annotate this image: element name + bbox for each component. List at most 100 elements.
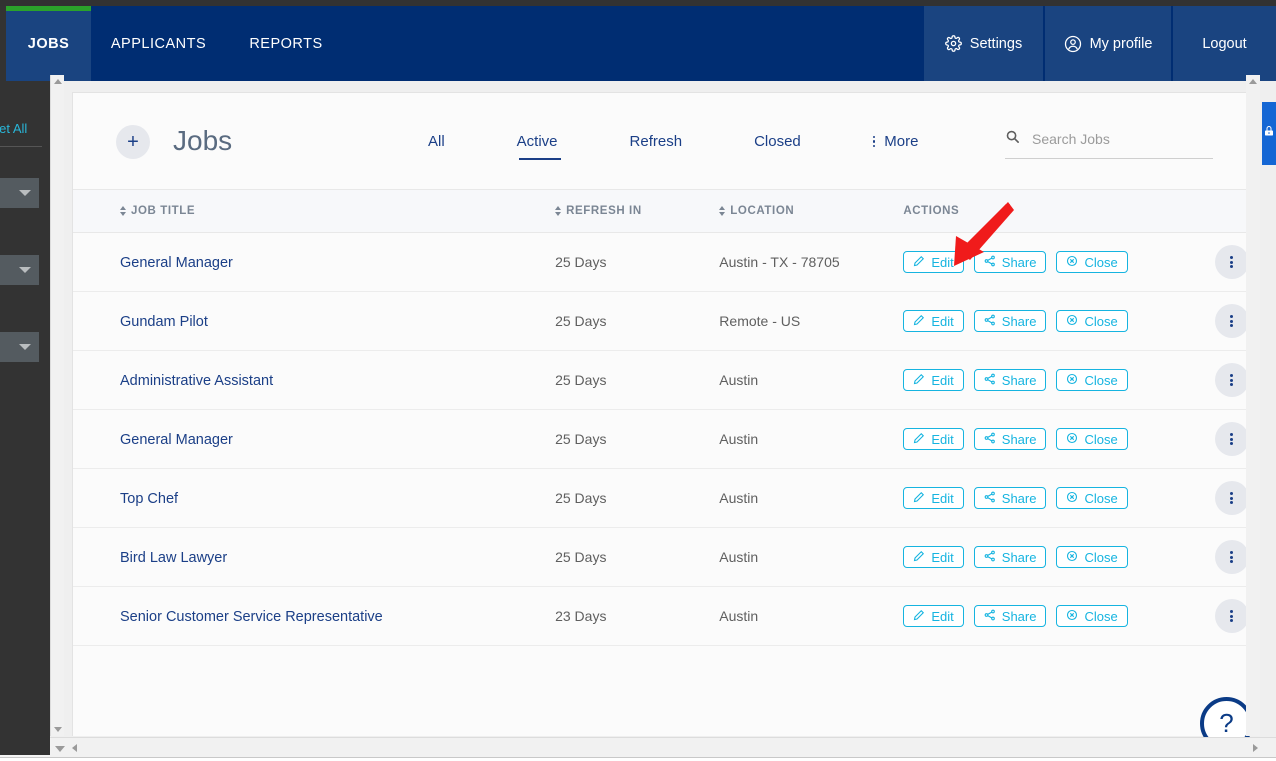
column-header-refresh-in[interactable]: REFRESH IN bbox=[555, 189, 720, 233]
edit-label: Edit bbox=[931, 549, 954, 565]
tab-more[interactable]: More bbox=[872, 133, 918, 160]
pencil-icon bbox=[913, 550, 925, 565]
edit-button[interactable]: Edit bbox=[903, 546, 964, 568]
nav-item-jobs[interactable]: JOBS bbox=[6, 6, 91, 81]
add-job-button[interactable]: + bbox=[116, 125, 150, 159]
scroll-down-icon[interactable] bbox=[54, 727, 62, 732]
edit-label: Edit bbox=[931, 608, 954, 624]
share-button[interactable]: Share bbox=[973, 251, 1047, 273]
circle-x-icon bbox=[1066, 550, 1078, 565]
close-button[interactable]: Close bbox=[1056, 605, 1128, 627]
job-title-link[interactable]: General Manager bbox=[73, 255, 233, 271]
table-row: General Manager 25 Days Austin Edit Share Clo… bbox=[73, 410, 1251, 469]
row-menu-button[interactable] bbox=[1214, 304, 1249, 338]
sort-icon bbox=[120, 206, 126, 216]
edit-button[interactable]: Edit bbox=[903, 428, 964, 450]
edit-button[interactable]: Edit bbox=[903, 251, 964, 273]
circle-x-icon bbox=[1066, 314, 1078, 329]
close-button[interactable]: Close bbox=[1056, 369, 1128, 391]
share-button[interactable]: Share bbox=[973, 310, 1047, 332]
tab-all[interactable]: All bbox=[428, 133, 445, 160]
settings-label: Settings bbox=[969, 35, 1023, 52]
column-header-menu bbox=[1172, 189, 1251, 233]
share-button[interactable]: Share bbox=[973, 546, 1047, 568]
close-label: Close bbox=[1084, 313, 1118, 329]
sidebar-scroll-down-icon[interactable] bbox=[55, 746, 65, 752]
vertical-scrollbar-right[interactable] bbox=[1246, 75, 1260, 736]
search-input[interactable] bbox=[1032, 131, 1202, 147]
column-header-location-label: LOCATION bbox=[730, 205, 795, 217]
edit-button[interactable]: Edit bbox=[903, 310, 964, 332]
cell-job-title: General Manager bbox=[73, 233, 555, 292]
edit-label: Edit bbox=[931, 490, 954, 506]
row-menu-button[interactable] bbox=[1214, 363, 1249, 397]
question-mark-icon: ? bbox=[1219, 708, 1234, 738]
job-title-link[interactable]: Bird Law Lawyer bbox=[73, 550, 227, 566]
cell-actions: Edit Share Close bbox=[903, 469, 1173, 528]
nav-item-applicants[interactable]: APPLICANTS bbox=[91, 6, 226, 81]
scroll-up-icon[interactable] bbox=[1249, 79, 1257, 84]
tab-closed[interactable]: Closed bbox=[754, 133, 801, 160]
vertical-scrollbar-left[interactable] bbox=[50, 75, 64, 736]
cell-location: Remote - US bbox=[719, 313, 801, 329]
settings-button[interactable]: Settings bbox=[922, 6, 1043, 81]
row-menu-button[interactable] bbox=[1214, 599, 1249, 633]
horizontal-scrollbar-track[interactable] bbox=[84, 740, 444, 756]
row-menu-button[interactable] bbox=[1214, 422, 1249, 456]
sort-icon bbox=[719, 206, 726, 216]
job-title-link[interactable]: Administrative Assistant bbox=[73, 373, 273, 389]
scroll-right-icon[interactable] bbox=[1253, 744, 1258, 752]
cell-actions: Edit Share Close bbox=[903, 587, 1173, 646]
cell-refresh-in: 23 Days bbox=[555, 608, 607, 624]
close-button[interactable]: Close bbox=[1056, 487, 1128, 509]
edit-button[interactable]: Edit bbox=[903, 487, 964, 509]
scroll-up-icon[interactable] bbox=[54, 79, 62, 84]
pencil-icon bbox=[913, 255, 925, 270]
share-nodes-icon bbox=[984, 255, 996, 270]
table-row: Senior Customer Service Representative 23… bbox=[73, 587, 1251, 646]
kebab-icon bbox=[1230, 255, 1234, 270]
job-title-link[interactable]: Senior Customer Service Representative bbox=[73, 609, 383, 625]
share-button[interactable]: Share bbox=[973, 369, 1047, 391]
close-button[interactable]: Close bbox=[1056, 546, 1128, 568]
row-menu-button[interactable] bbox=[1214, 540, 1249, 574]
kebab-icon bbox=[1230, 314, 1234, 329]
job-title-link[interactable]: General Manager bbox=[73, 432, 233, 448]
edit-button[interactable]: Edit bbox=[903, 369, 964, 391]
row-menu-button[interactable] bbox=[1214, 481, 1249, 515]
close-button[interactable]: Close bbox=[1056, 428, 1128, 450]
tab-all-label: All bbox=[428, 133, 445, 150]
table-row: Bird Law Lawyer 25 Days Austin Edit Share Clo… bbox=[73, 528, 1251, 587]
my-profile-button[interactable]: My profile bbox=[1043, 6, 1171, 81]
nav-item-reports[interactable]: REPORTS bbox=[226, 6, 346, 81]
circle-x-icon bbox=[1066, 255, 1078, 270]
cell-row-menu bbox=[1173, 292, 1251, 351]
horizontal-scrollbar[interactable] bbox=[50, 737, 1276, 757]
job-title-link[interactable]: Gundam Pilot bbox=[73, 314, 208, 330]
share-button[interactable]: Share bbox=[973, 605, 1047, 627]
column-header-refresh-in-label: REFRESH IN bbox=[566, 205, 642, 217]
cell-refresh-in: 25 Days bbox=[555, 549, 607, 565]
share-label: Share bbox=[1001, 490, 1037, 506]
column-header-job-title[interactable]: JOB TITLE bbox=[73, 189, 556, 233]
cell-refresh-in: 25 Days bbox=[555, 490, 607, 506]
circle-x-icon bbox=[1066, 373, 1078, 388]
scroll-left-icon[interactable] bbox=[72, 744, 77, 752]
share-button[interactable]: Share bbox=[973, 428, 1047, 450]
share-button[interactable]: Share bbox=[973, 487, 1047, 509]
user-circle-icon bbox=[1064, 35, 1082, 53]
job-title-link[interactable]: Top Chef bbox=[73, 491, 178, 507]
page-title: Jobs bbox=[173, 125, 233, 156]
tab-refresh-label: Refresh bbox=[629, 133, 683, 150]
column-header-location[interactable]: LOCATION bbox=[719, 189, 904, 233]
lock-tab[interactable] bbox=[1262, 102, 1276, 165]
edit-button[interactable]: Edit bbox=[903, 605, 964, 627]
row-menu-button[interactable] bbox=[1214, 245, 1249, 279]
close-button[interactable]: Close bbox=[1056, 251, 1128, 273]
tab-refresh[interactable]: Refresh bbox=[630, 133, 683, 160]
cell-actions: Edit Share Close bbox=[903, 292, 1173, 351]
jobs-filter-tabs: All Active Refresh Closed More bbox=[428, 133, 918, 160]
close-button[interactable]: Close bbox=[1056, 310, 1128, 332]
logout-button[interactable]: Logout bbox=[1171, 6, 1276, 81]
tab-active[interactable]: Active bbox=[517, 133, 561, 160]
